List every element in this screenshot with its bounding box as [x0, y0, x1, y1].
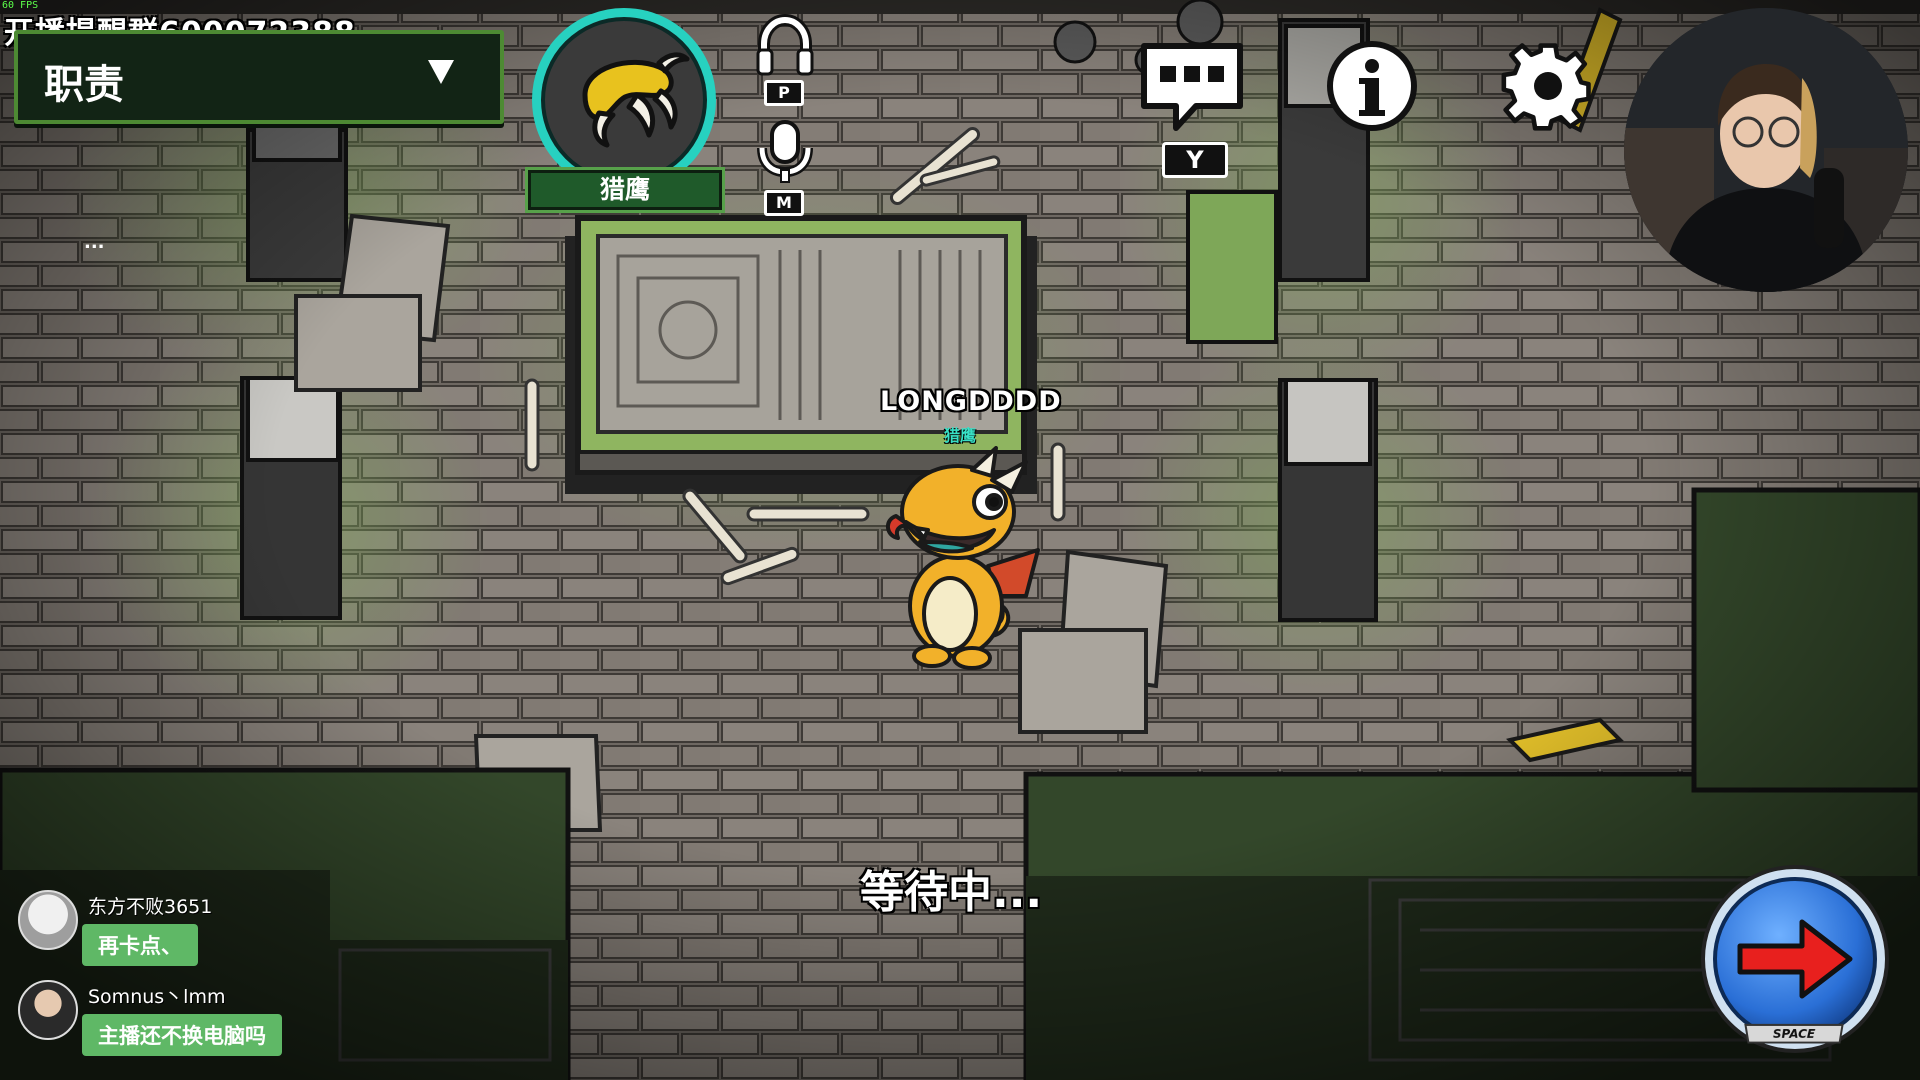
chat-username: 东方不败3651 — [88, 896, 213, 918]
eagle-claw-icon — [582, 52, 690, 148]
role-label: 猎鹰 — [525, 167, 725, 213]
chat-feed: 东方不败3651 再卡点、 Somnus丶lmm 主播还不换电脑吗 — [14, 888, 354, 1068]
info-button[interactable] — [1326, 40, 1418, 132]
streamer-webcam — [1624, 8, 1908, 292]
gear-icon — [1501, 43, 1591, 131]
settings-button[interactable] — [1500, 38, 1596, 134]
chat-message-text: 再卡点、 — [82, 924, 198, 966]
chat-message-text: 主播还不换电脑吗 — [82, 1014, 282, 1056]
chat-username: Somnus丶lmm — [88, 986, 226, 1008]
headphones-key-hint: P — [764, 80, 804, 106]
player-role: 猎鹰 — [943, 426, 976, 445]
chat-message: Somnus丶lmm 主播还不换电脑吗 — [14, 978, 354, 1068]
chat-message: 东方不败3651 再卡点、 — [14, 888, 354, 978]
chat-bubble-icon — [1141, 43, 1243, 131]
task-dropdown[interactable]: 职责 — [14, 30, 504, 124]
avatar — [18, 890, 78, 950]
headphones-button[interactable] — [752, 12, 818, 78]
microphone-button[interactable] — [752, 118, 818, 184]
ellipsis-indicator: ... — [84, 232, 105, 253]
microphone-key-hint: M — [764, 190, 804, 216]
info-icon — [1327, 41, 1417, 131]
role-name: 猎鹰 — [599, 175, 650, 204]
chat-key-hint: Y — [1162, 142, 1228, 178]
chat-button[interactable] — [1136, 38, 1248, 134]
headphones-icon — [756, 13, 814, 76]
player-name: LONGDDDD — [880, 386, 1062, 417]
dragon-character-sprite[interactable] — [876, 446, 1046, 676]
avatar — [18, 980, 78, 1040]
task-dropdown-label: 职责 — [44, 62, 124, 108]
microphone-icon — [757, 120, 813, 183]
space-key-hint: SPACE — [1744, 1023, 1844, 1044]
role-badge[interactable] — [532, 8, 716, 192]
waiting-status-text: 等待中... — [860, 867, 1043, 918]
triangle-down-icon — [428, 60, 454, 84]
